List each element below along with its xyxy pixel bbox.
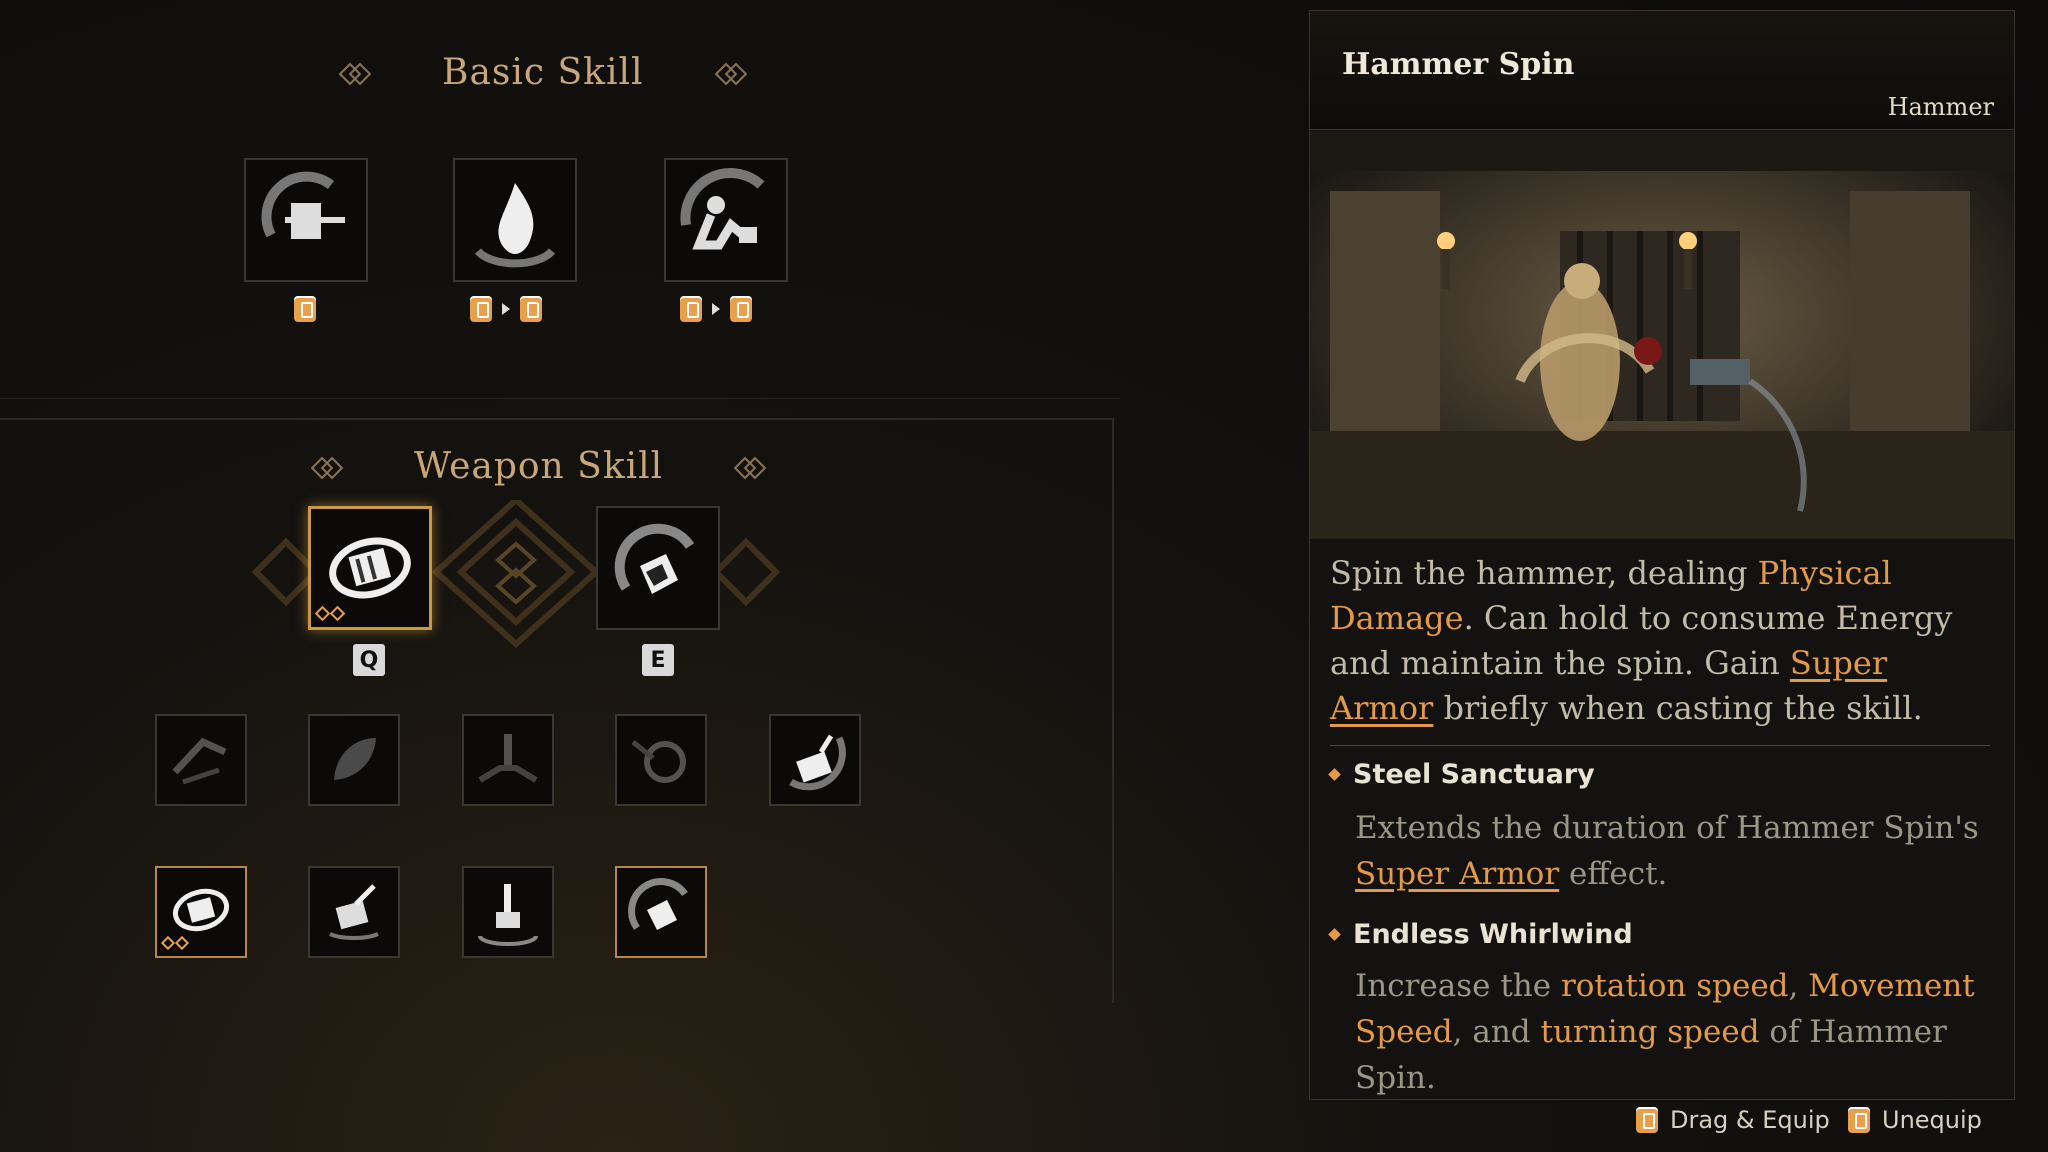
- detail-header: Hammer Spin Hammer: [1310, 11, 2014, 130]
- diamond-bullet-icon: [1328, 928, 1341, 941]
- key-e-label: E: [642, 644, 674, 676]
- detail-category: Hammer: [1887, 93, 1994, 121]
- mouse-right-icon: [1848, 1107, 1870, 1133]
- ornament-left-icon: [338, 63, 372, 83]
- hammer-swing-skill-icon: [261, 171, 345, 239]
- skill-description: Spin the hammer, dealing Physical Damage…: [1330, 551, 2000, 731]
- trait-endless-whirlwind: Endless Whirlwind: [1328, 919, 1633, 950]
- hammer-upgrade-icon: [329, 884, 379, 940]
- diamond-bullet-icon: [1328, 768, 1341, 781]
- mouse-left-icon: [294, 296, 316, 322]
- detail-title: Hammer Spin: [1342, 47, 1575, 82]
- trait-steel-sanctuary: Steel Sanctuary: [1328, 759, 1595, 790]
- basic-skill-title: Basic Skill: [442, 52, 644, 93]
- description-separator: [1330, 745, 1990, 746]
- trait-text: , and: [1452, 1014, 1541, 1050]
- mouse-left-icon: [520, 296, 542, 322]
- basic-skill-3-input: [680, 296, 752, 322]
- hammer-throw-icon: [789, 734, 846, 791]
- unequip-label: Unequip: [1882, 1106, 1982, 1134]
- mouse-left-icon: [470, 296, 492, 322]
- hammer-spin-skill-icon: [329, 537, 411, 599]
- shield-burst-icon: [631, 740, 686, 783]
- skill-preview-image: [1310, 131, 2014, 539]
- ornament-right-icon: [733, 457, 767, 477]
- skill-option-dash-strike[interactable]: [155, 714, 247, 806]
- tier-diamonds-icon: [314, 605, 346, 622]
- arrow-right-icon: [712, 303, 720, 315]
- weapon-skill-title: Weapon Skill: [414, 446, 664, 487]
- trait-text: Increase the: [1355, 968, 1561, 1004]
- unequip-hint[interactable]: Unequip: [1848, 1106, 1982, 1134]
- key-q-label: Q: [353, 644, 385, 676]
- basic-skill-2-input: [470, 296, 542, 322]
- skill-option-ground-impact[interactable]: [462, 714, 554, 806]
- weapon-skill-header: Weapon Skill: [310, 446, 767, 487]
- hammer-smash-icon: [628, 878, 688, 931]
- basic-skill-slot-2[interactable]: [453, 158, 577, 282]
- trait-endless-whirlwind-desc: Increase the rotation speed, Movement Sp…: [1355, 963, 1995, 1101]
- basic-skill-1-input: [294, 296, 316, 322]
- skill-option-hammer-spin[interactable]: [155, 866, 247, 958]
- mouse-left-icon: [730, 296, 752, 322]
- skill-option-shield-burst[interactable]: [615, 714, 707, 806]
- arrow-right-icon: [502, 303, 510, 315]
- skill-option-hammer-smash[interactable]: [615, 866, 707, 958]
- section-divider: [0, 398, 1120, 399]
- mouse-left-icon: [1636, 1107, 1658, 1133]
- tier-diamonds-icon: [160, 935, 190, 951]
- skill-option-ground-slam[interactable]: [462, 866, 554, 958]
- dash-strike-icon: [172, 737, 227, 785]
- rotation-speed-term: rotation speed: [1560, 968, 1789, 1004]
- drag-equip-label: Drag & Equip: [1670, 1106, 1830, 1134]
- trait-text: ,: [1788, 968, 1809, 1004]
- skill-option-leaf-slash[interactable]: [308, 714, 400, 806]
- skill-detail-panel: Hammer Spin Hammer Spin the hammer, deal…: [1309, 10, 2015, 1100]
- ornament-left-icon: [310, 457, 344, 477]
- desc-text-1: Spin the hammer, dealing: [1330, 554, 1758, 592]
- trait-name: Endless Whirlwind: [1353, 919, 1633, 950]
- ornament-right-icon: [714, 63, 748, 83]
- skill-option-hammer-throw[interactable]: [769, 714, 861, 806]
- basic-skill-slot-3[interactable]: [664, 158, 788, 282]
- flame-skill-icon: [474, 183, 556, 268]
- trait-steel-sanctuary-desc: Extends the duration of Hammer Spin's Su…: [1355, 805, 1995, 897]
- mouse-left-icon: [680, 296, 702, 322]
- skill-preview-scene: [1310, 131, 2014, 539]
- trait-text: effect.: [1559, 856, 1668, 892]
- desc-text-3: briefly when casting the skill.: [1433, 689, 1923, 727]
- trait-name: Steel Sanctuary: [1353, 759, 1595, 790]
- weapon-skill-e-slot[interactable]: [596, 506, 720, 630]
- basic-skill-header: Basic Skill: [338, 52, 748, 93]
- basic-skill-slot-1[interactable]: [244, 158, 368, 282]
- turning-speed-term: turning speed: [1540, 1014, 1760, 1050]
- trait-text: Extends the duration of Hammer Spin's: [1355, 810, 1979, 846]
- drag-equip-hint[interactable]: Drag & Equip: [1636, 1106, 1830, 1134]
- ground-slam-icon: [478, 884, 538, 946]
- leaf-slash-icon: [334, 738, 376, 780]
- crouch-strike-skill-icon: [680, 168, 765, 250]
- weapon-skill-q-slot[interactable]: [308, 506, 432, 630]
- skill-option-hammer-upgrade[interactable]: [308, 866, 400, 958]
- ground-impact-icon: [478, 734, 538, 783]
- super-armor-link[interactable]: Super Armor: [1355, 856, 1559, 892]
- hammer-smash-skill-icon: [614, 523, 695, 594]
